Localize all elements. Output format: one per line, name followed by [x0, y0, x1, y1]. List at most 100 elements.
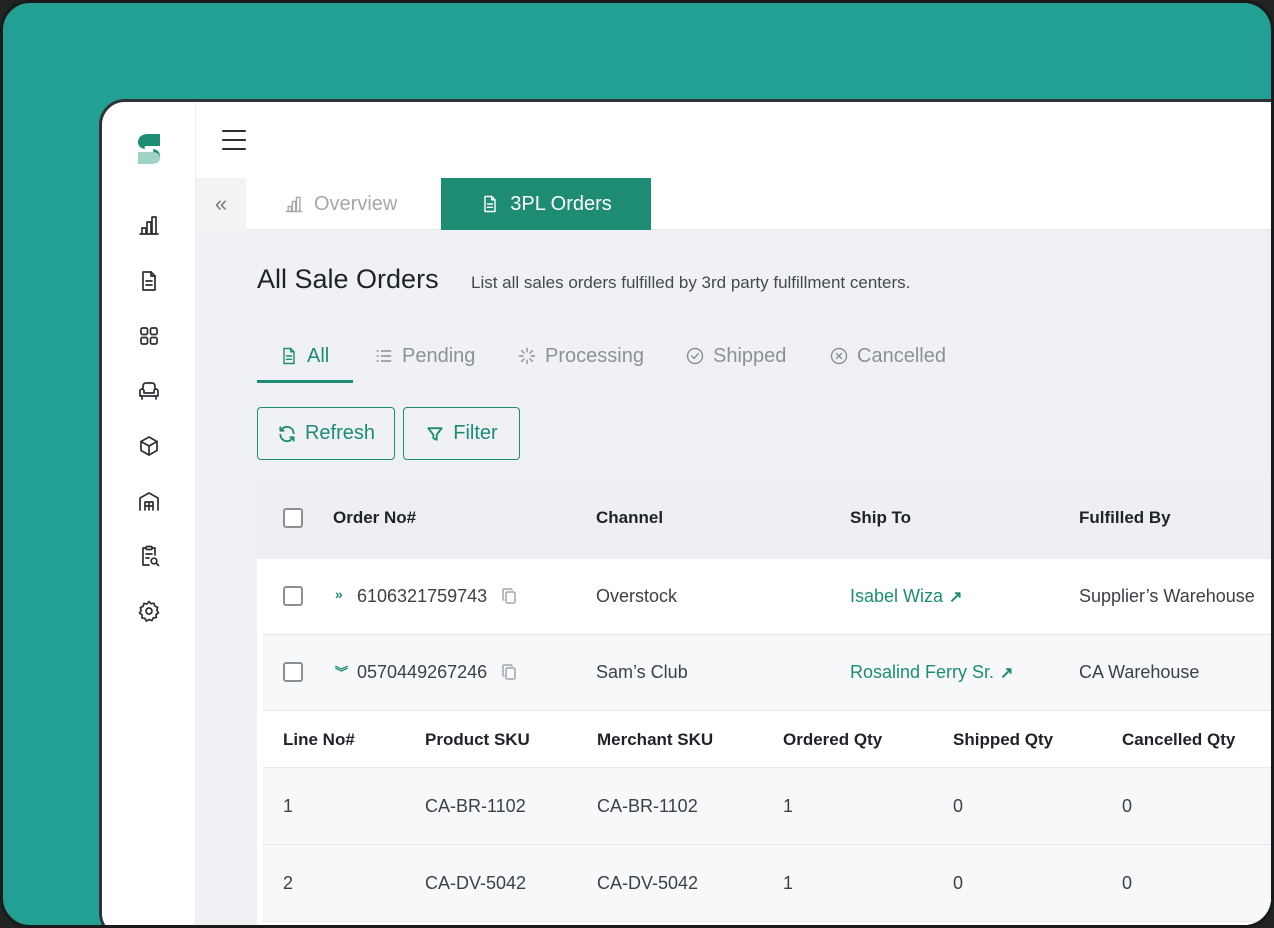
- filter-tab-pending-label: Pending: [402, 344, 476, 367]
- column-header-line-no: Line No#: [283, 730, 355, 749]
- order-number: 6106321759743: [357, 586, 488, 606]
- check-circle-icon: [686, 347, 704, 365]
- column-header-shipped-qty: Shipped Qty: [953, 730, 1054, 749]
- funnel-icon: [427, 426, 443, 441]
- warehouse-nav-icon[interactable]: [136, 488, 162, 514]
- order-number: 0570449267246: [357, 662, 488, 682]
- refresh-button[interactable]: Refresh: [257, 407, 395, 460]
- ordered-qty: 1: [783, 873, 794, 893]
- double-chevron-left-icon: «: [214, 191, 228, 216]
- armchair-icon: [139, 382, 159, 400]
- hamburger-menu-icon[interactable]: [222, 130, 246, 150]
- column-header-cancelled-qty: Cancelled Qty: [1122, 730, 1236, 749]
- refresh-icon: [279, 425, 295, 442]
- app-logo: [138, 134, 160, 164]
- document-icon: [484, 195, 496, 213]
- warehouse-icon: [139, 492, 159, 511]
- clipboard-search-icon: [142, 545, 160, 567]
- reports-nav-icon[interactable]: [136, 543, 162, 569]
- collapse-tabs-button[interactable]: «: [196, 178, 246, 230]
- shipped-qty: 0: [953, 796, 964, 816]
- products-nav-icon[interactable]: [136, 433, 162, 459]
- table-header: Order No# Channel Ship To Fulfilled By: [257, 478, 1271, 559]
- column-header-ordered-qty: Ordered Qty: [783, 730, 883, 749]
- filter-tab-all-label: All: [307, 344, 330, 367]
- select-all-checkbox[interactable]: [283, 508, 303, 528]
- cancelled-qty: 0: [1122, 796, 1133, 816]
- bar-chart-icon: [139, 216, 159, 235]
- filter-button-label: Filter: [453, 422, 498, 444]
- line-item-row: 1 CA-BR-1102 CA-BR-1102 1 0 0: [263, 768, 1271, 845]
- copy-icon[interactable]: [502, 588, 516, 604]
- line-no: 2: [283, 873, 294, 893]
- shipped-qty: 0: [953, 873, 964, 893]
- ship-to-link[interactable]: Isabel Wiza ↗: [850, 586, 962, 607]
- grid-icon: [140, 327, 158, 345]
- document-icon: [283, 347, 295, 365]
- fulfilled-by: Supplier’s Warehouse: [1079, 586, 1255, 606]
- column-header-merchant-sku: Merchant SKU: [597, 730, 714, 749]
- app-window: « Overview 3PL Orders All Sale Orders Li…: [99, 99, 1271, 925]
- ordered-qty: 1: [783, 796, 794, 816]
- filter-tab-shipped[interactable]: Shipped: [685, 330, 786, 382]
- column-header-ship-to: Ship To: [850, 508, 912, 527]
- page-subtitle: List all sales orders fulfilled by 3rd p…: [471, 273, 911, 292]
- filter-tab-processing[interactable]: Processing: [517, 330, 644, 382]
- fulfilled-by: CA Warehouse: [1079, 662, 1200, 682]
- copy-icon[interactable]: [502, 664, 516, 680]
- top-bar: [196, 102, 1271, 178]
- tab-overview[interactable]: Overview: [284, 178, 397, 230]
- box-icon: [140, 436, 158, 456]
- merchant-sku: CA-BR-1102: [597, 796, 698, 816]
- filter-tab-pending[interactable]: Pending: [374, 330, 475, 382]
- column-header-fulfilled-by: Fulfilled By: [1079, 508, 1171, 527]
- page-tabs: « Overview 3PL Orders: [196, 178, 1271, 230]
- filter-tab-processing-label: Processing: [545, 344, 644, 367]
- page-title: All Sale Orders: [257, 264, 439, 294]
- x-circle-icon: [830, 347, 848, 365]
- external-link-icon: ↗: [1000, 665, 1014, 682]
- filter-tab-cancelled-label: Cancelled: [857, 344, 946, 367]
- channel: Overstock: [596, 586, 678, 606]
- tab-overview-label: Overview: [314, 192, 398, 215]
- column-header-order-no: Order No#: [333, 508, 417, 527]
- gear-icon: [138, 600, 160, 622]
- active-tab-indicator: [257, 380, 353, 383]
- orders-nav-icon[interactable]: [136, 268, 162, 294]
- refresh-button-label: Refresh: [304, 422, 376, 444]
- orders-table: Order No# Channel Ship To Fulfilled By »…: [257, 478, 1271, 925]
- bar-chart-icon: [285, 196, 303, 213]
- ship-to-name: Rosalind Ferry Sr.: [850, 662, 995, 682]
- filter-tab-cancelled[interactable]: Cancelled: [829, 330, 946, 382]
- channel: Sam’s Club: [596, 662, 688, 682]
- outer-frame: « Overview 3PL Orders All Sale Orders Li…: [0, 0, 1274, 928]
- cancelled-qty: 0: [1122, 873, 1133, 893]
- table-row[interactable]: ︾ 0570449267246 Sam’s Club Rosalind Ferr…: [263, 635, 1271, 711]
- line-item-row: 2 CA-DV-5042 CA-DV-5042 1 0 0: [263, 845, 1271, 922]
- furniture-nav-icon[interactable]: [136, 378, 162, 404]
- product-sku: CA-BR-1102: [425, 796, 526, 816]
- row-checkbox[interactable]: [283, 586, 303, 606]
- settings-nav-icon[interactable]: [136, 598, 162, 624]
- spinner-icon: [518, 347, 536, 365]
- line-no: 1: [283, 796, 294, 816]
- ship-to-link[interactable]: Rosalind Ferry Sr. ↗: [850, 662, 1013, 683]
- analytics-nav-icon[interactable]: [136, 212, 162, 238]
- tab-3pl-orders-label: 3PL Orders: [510, 192, 612, 215]
- filter-tab-shipped-label: Shipped: [713, 344, 787, 367]
- merchant-sku: CA-DV-5042: [597, 873, 699, 893]
- collapse-row-icon[interactable]: ︾: [335, 662, 348, 681]
- filter-button[interactable]: Filter: [403, 407, 520, 460]
- column-header-product-sku: Product SKU: [425, 730, 530, 749]
- tab-3pl-orders[interactable]: 3PL Orders: [441, 178, 651, 230]
- expand-row-icon[interactable]: »: [335, 586, 343, 602]
- list-icon: [376, 350, 392, 362]
- product-sku: CA-DV-5042: [425, 873, 527, 893]
- ship-to-name: Isabel Wiza: [850, 586, 944, 606]
- row-checkbox[interactable]: [283, 662, 303, 682]
- document-icon: [142, 271, 156, 291]
- table-row[interactable]: » 6106321759743 Overstock Isabel Wiza ↗ S…: [263, 559, 1271, 635]
- filter-tab-all[interactable]: All: [279, 330, 329, 382]
- apps-nav-icon[interactable]: [136, 323, 162, 349]
- sidebar: [102, 102, 196, 925]
